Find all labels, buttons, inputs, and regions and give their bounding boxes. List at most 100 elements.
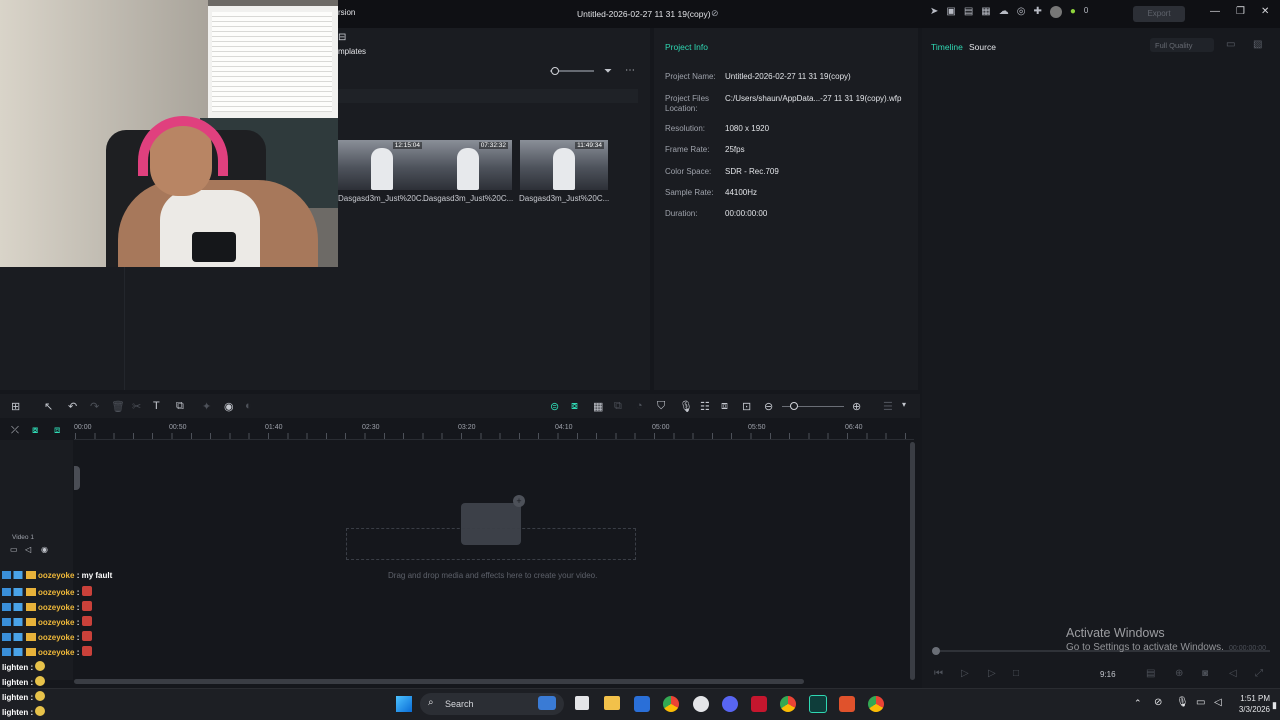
cloud-upload-icon[interactable]: ☁ xyxy=(999,6,1009,18)
tab-source[interactable]: Source xyxy=(969,42,996,52)
file-explorer-icon[interactable] xyxy=(604,696,620,710)
filmora-icon[interactable] xyxy=(809,695,827,713)
shield-icon[interactable]: ⛉ xyxy=(657,400,665,413)
text-tool-icon[interactable]: T xyxy=(153,400,160,412)
notification-icon[interactable]: ▮ xyxy=(1272,700,1277,711)
ai-effect-icon[interactable]: ◉ xyxy=(224,400,234,413)
minimize-icon[interactable]: — xyxy=(1210,6,1220,17)
replace-icon[interactable]: ⧈ xyxy=(721,400,728,413)
snapshot-icon[interactable]: ▭ xyxy=(1226,39,1235,50)
crop-icon[interactable]: ⧉ xyxy=(176,400,184,413)
tray-chevron-icon[interactable]: ⌃ xyxy=(1134,698,1142,709)
save-icon[interactable]: ▦ xyxy=(981,6,990,18)
delete-icon[interactable]: 🗑 xyxy=(111,400,125,413)
task-view-icon[interactable] xyxy=(575,696,589,710)
clock-time: 1:51 PM xyxy=(1240,694,1270,703)
snap-icon[interactable]: ⧇ xyxy=(571,400,578,413)
mic-icon[interactable]: 🎙 xyxy=(1176,697,1189,708)
track-height-icon[interactable]: ☰ xyxy=(883,400,893,413)
drop-zone[interactable] xyxy=(346,528,636,560)
thumb-size-handle[interactable] xyxy=(551,67,559,75)
ai-cut-icon[interactable]: ✦ xyxy=(202,400,211,413)
media-thumbnail[interactable]: 11:49:34 xyxy=(520,140,608,190)
unlink-icon[interactable]: ⤫ xyxy=(11,425,19,436)
acrobat-icon[interactable] xyxy=(751,696,767,712)
folder-icon[interactable]: ▭ xyxy=(10,545,18,554)
marker-list-icon[interactable]: ▦ xyxy=(593,400,603,413)
zoom-in-icon[interactable]: ⊕ xyxy=(852,400,861,413)
send-icon[interactable]: ➤ xyxy=(930,6,938,18)
color-icon[interactable]: ◐ xyxy=(245,400,252,412)
add-track-icon[interactable]: ⧈ xyxy=(54,425,60,436)
chevron-down-icon[interactable]: ▾ xyxy=(902,400,906,409)
thumbnail-subject xyxy=(553,148,576,190)
split-icon[interactable]: ✂ xyxy=(132,400,141,413)
filter-icon[interactable]: ⏷ xyxy=(604,66,612,77)
eye-icon[interactable]: ◉ xyxy=(41,545,48,554)
templates-icon[interactable]: ⊟ xyxy=(338,32,346,43)
add-icon[interactable]: + xyxy=(513,495,525,507)
camera-icon[interactable]: ◙ xyxy=(1202,668,1208,679)
timeline-zoom-handle[interactable] xyxy=(790,402,798,410)
tab-timeline[interactable]: Timeline xyxy=(931,42,963,52)
pip-icon[interactable]: ⊡ xyxy=(742,400,751,413)
prev-frame-icon[interactable]: ⏮ xyxy=(934,668,943,679)
more-icon[interactable]: ⋯ xyxy=(625,65,635,76)
group-icon[interactable]: ⧉ xyxy=(614,400,622,413)
redo-icon[interactable]: ↷ xyxy=(90,400,99,413)
mixer-icon[interactable]: ☷ xyxy=(700,400,710,413)
quality-select[interactable]: Full Quality xyxy=(1150,38,1214,52)
volume-icon[interactable]: ◁ xyxy=(1229,668,1237,679)
tab-templates[interactable]: mplates xyxy=(338,47,366,56)
speaker-tray-icon[interactable]: ◁ xyxy=(1214,697,1222,708)
chrome-icon[interactable] xyxy=(663,696,679,712)
layout-grid-icon[interactable]: ⊞ xyxy=(11,400,20,413)
store-icon[interactable] xyxy=(634,696,650,712)
media-thumbnail[interactable]: 12:15:04 xyxy=(338,140,426,190)
avatar[interactable] xyxy=(1049,6,1062,18)
cloud-status-icon[interactable]: ⊘ xyxy=(711,8,719,19)
media-icon[interactable]: ▣ xyxy=(946,6,955,18)
auto-ripple-icon[interactable]: ⊜ xyxy=(550,400,559,413)
office-icon[interactable] xyxy=(839,696,855,712)
monitor-icon[interactable]: ▭ xyxy=(1196,697,1205,708)
render-icon[interactable]: ▤ xyxy=(1146,668,1155,679)
taskbar-clock[interactable]: 1:51 PM 3/3/2026 xyxy=(1234,693,1270,715)
link-icon[interactable]: ⧇ xyxy=(32,425,38,436)
microphone-icon[interactable]: 🎙 xyxy=(679,400,693,413)
aspect-ratio-select[interactable]: 9:16 xyxy=(1100,670,1116,679)
close-icon[interactable]: ✕ xyxy=(1261,6,1269,17)
emote-icon xyxy=(81,631,92,641)
scrubber-handle[interactable] xyxy=(932,647,940,655)
discord-icon[interactable] xyxy=(722,696,738,712)
select-tool-icon[interactable]: ↖ xyxy=(44,400,53,413)
stop-icon[interactable]: □ xyxy=(1013,668,1019,679)
support-icon[interactable]: ◎ xyxy=(1017,6,1026,18)
export-button[interactable]: Export xyxy=(1133,6,1185,22)
undo-icon[interactable]: ↶ xyxy=(68,400,77,413)
windows-start-icon[interactable] xyxy=(396,696,412,712)
play-icon[interactable]: ▷ xyxy=(988,668,996,679)
chrome-profile-icon[interactable] xyxy=(780,696,796,712)
layout-icon[interactable]: ▤ xyxy=(964,6,973,18)
thumbnail-duration: 12:15:04 xyxy=(392,142,422,149)
speed-icon[interactable]: ◔ xyxy=(636,400,643,412)
zoom-icon[interactable]: ⊕ xyxy=(1175,668,1183,679)
zoom-out-icon[interactable]: ⊖ xyxy=(764,400,773,413)
speaker-icon[interactable]: ◁ xyxy=(25,545,31,554)
gift-icon[interactable]: ✚ xyxy=(1033,6,1041,18)
scope-icon[interactable]: ▧ xyxy=(1253,39,1262,50)
network-off-icon[interactable]: ⊘ xyxy=(1154,697,1162,708)
timeline-track-area[interactable] xyxy=(74,440,914,680)
timeline-vertical-scrollbar[interactable] xyxy=(910,442,915,680)
media-thumbnail[interactable]: 07:32:32 xyxy=(424,140,512,190)
playhead-handle[interactable] xyxy=(74,466,80,490)
timeline-horizontal-scrollbar[interactable] xyxy=(74,679,804,684)
maximize-icon[interactable]: ❐ xyxy=(1236,6,1245,17)
chat-message: oozeyoke : xyxy=(2,586,92,597)
media-search-bar[interactable] xyxy=(338,89,638,103)
app-icon[interactable] xyxy=(693,696,709,712)
play-back-icon[interactable]: ▷ xyxy=(961,668,969,679)
chrome-alt-icon[interactable] xyxy=(868,696,884,712)
fullscreen-icon[interactable]: ⤢ xyxy=(1255,668,1263,679)
